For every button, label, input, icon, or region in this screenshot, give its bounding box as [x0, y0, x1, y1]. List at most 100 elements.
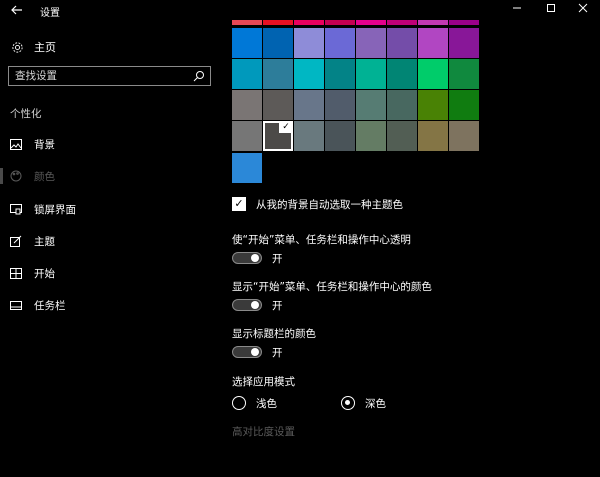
taskbar-icon: [10, 299, 22, 311]
selected-check-icon: ✓: [279, 121, 293, 133]
color-swatch[interactable]: [356, 90, 386, 120]
minimize-button[interactable]: [500, 0, 534, 20]
transparency-toggle-row[interactable]: 开: [232, 251, 283, 265]
title-bar: 设置: [0, 0, 600, 20]
transparency-toggle[interactable]: [232, 252, 262, 264]
maximize-button[interactable]: [534, 0, 568, 20]
toggle-knob: [251, 348, 259, 356]
show-titlebar-color-toggle-row[interactable]: 开: [232, 345, 283, 359]
show-start-color-label: 显示“开始”菜单、任务栏和操作中心的颜色: [232, 281, 432, 293]
high-contrast-settings-link[interactable]: 高对比度设置: [232, 424, 295, 439]
lock-screen-icon: [10, 203, 22, 215]
gear-icon: [10, 40, 24, 54]
color-swatch[interactable]: [263, 28, 293, 58]
auto-pick-accent-checkbox[interactable]: ✓ 从我的背景自动选取一种主题色: [232, 196, 403, 212]
sidebar-item-colors[interactable]: 颜色: [0, 165, 220, 187]
color-swatch[interactable]: [418, 20, 448, 25]
sidebar-item-label: 主题: [34, 235, 55, 248]
app-mode-light-option[interactable]: 浅色: [232, 395, 277, 411]
window-title: 设置: [40, 8, 60, 19]
theme-brush-icon: [10, 235, 22, 247]
sidebar-item-label: 颜色: [34, 170, 55, 183]
sidebar-home[interactable]: 主页: [10, 38, 56, 56]
sidebar-item-background[interactable]: 背景: [0, 133, 220, 155]
color-swatch[interactable]: [294, 121, 324, 151]
color-swatch[interactable]: [294, 59, 324, 89]
color-swatch[interactable]: [418, 59, 448, 89]
color-swatch[interactable]: [449, 20, 479, 25]
palette-icon: [10, 170, 22, 182]
search-input[interactable]: [9, 67, 189, 85]
color-swatch[interactable]: [449, 90, 479, 120]
color-swatch[interactable]: [387, 28, 417, 58]
sidebar-item-taskbar[interactable]: 任务栏: [0, 294, 220, 316]
color-swatch[interactable]: [294, 28, 324, 58]
color-swatch[interactable]: [263, 59, 293, 89]
color-swatch[interactable]: [232, 121, 262, 151]
color-swatch[interactable]: [449, 121, 479, 151]
color-swatch[interactable]: [356, 20, 386, 25]
close-icon: [578, 3, 588, 13]
color-swatch[interactable]: [325, 59, 355, 89]
sidebar-item-start[interactable]: 开始: [0, 262, 220, 284]
color-swatch[interactable]: [449, 59, 479, 89]
color-swatch[interactable]: [232, 20, 262, 25]
sidebar-item-label: 任务栏: [34, 299, 66, 312]
search-box[interactable]: [8, 66, 211, 86]
start-menu-icon: [10, 267, 22, 279]
sidebar-item-lock-screen[interactable]: 锁屏界面: [0, 198, 220, 220]
transparency-state: 开: [272, 252, 283, 265]
color-swatch[interactable]: [387, 121, 417, 151]
color-swatch-strip: [232, 20, 484, 25]
color-swatch[interactable]: [325, 121, 355, 151]
color-swatch[interactable]: [263, 90, 293, 120]
color-swatch[interactable]: [263, 20, 293, 25]
maximize-icon: [547, 4, 555, 12]
show-titlebar-color-toggle[interactable]: [232, 346, 262, 358]
sidebar-item-themes[interactable]: 主题: [0, 230, 220, 252]
color-swatch[interactable]: [387, 90, 417, 120]
color-swatch[interactable]: [294, 90, 324, 120]
color-swatch[interactable]: [418, 90, 448, 120]
color-swatch[interactable]: [232, 90, 262, 120]
color-swatch[interactable]: [387, 20, 417, 25]
show-start-color-toggle-row[interactable]: 开: [232, 298, 283, 312]
color-swatch[interactable]: [232, 28, 262, 58]
color-swatch[interactable]: [356, 28, 386, 58]
minimize-icon: [513, 7, 521, 9]
sidebar-item-label: 开始: [34, 267, 55, 280]
color-swatch[interactable]: [387, 59, 417, 89]
color-swatch[interactable]: [325, 90, 355, 120]
show-titlebar-color-label: 显示标题栏的颜色: [232, 328, 316, 340]
color-swatch[interactable]: [356, 59, 386, 89]
back-arrow-icon[interactable]: [10, 3, 24, 17]
color-swatch[interactable]: [325, 28, 355, 58]
sidebar: 主页 个性化 背景 颜色 锁屏界面 主题 开始: [0, 20, 220, 477]
toggle-knob: [251, 254, 259, 262]
close-button[interactable]: [566, 0, 600, 20]
light-mode-label: 浅色: [256, 397, 277, 410]
app-mode-dark-option[interactable]: 深色: [341, 395, 386, 411]
show-start-color-state: 开: [272, 299, 283, 312]
light-mode-radio[interactable]: [232, 396, 246, 410]
color-swatch[interactable]: [418, 28, 448, 58]
show-start-color-toggle[interactable]: [232, 299, 262, 311]
color-swatch[interactable]: [418, 121, 448, 151]
color-swatch[interactable]: [356, 121, 386, 151]
dark-mode-label: 深色: [365, 397, 386, 410]
transparency-label: 使“开始”菜单、任务栏和操作中心透明: [232, 234, 411, 246]
checkmark-icon[interactable]: ✓: [232, 197, 246, 211]
color-swatch[interactable]: [294, 20, 324, 25]
color-swatch[interactable]: ✓: [263, 121, 293, 151]
color-swatch[interactable]: [232, 59, 262, 89]
app-mode-label: 选择应用模式: [232, 376, 295, 388]
show-titlebar-color-state: 开: [272, 346, 283, 359]
color-swatch[interactable]: [325, 20, 355, 25]
toggle-knob: [251, 301, 259, 309]
image-icon: [10, 138, 22, 150]
color-swatch[interactable]: [449, 28, 479, 58]
search-icon[interactable]: [193, 70, 205, 82]
active-indicator: [0, 168, 3, 184]
dark-mode-radio[interactable]: [341, 396, 355, 410]
color-swatch[interactable]: [232, 153, 262, 183]
